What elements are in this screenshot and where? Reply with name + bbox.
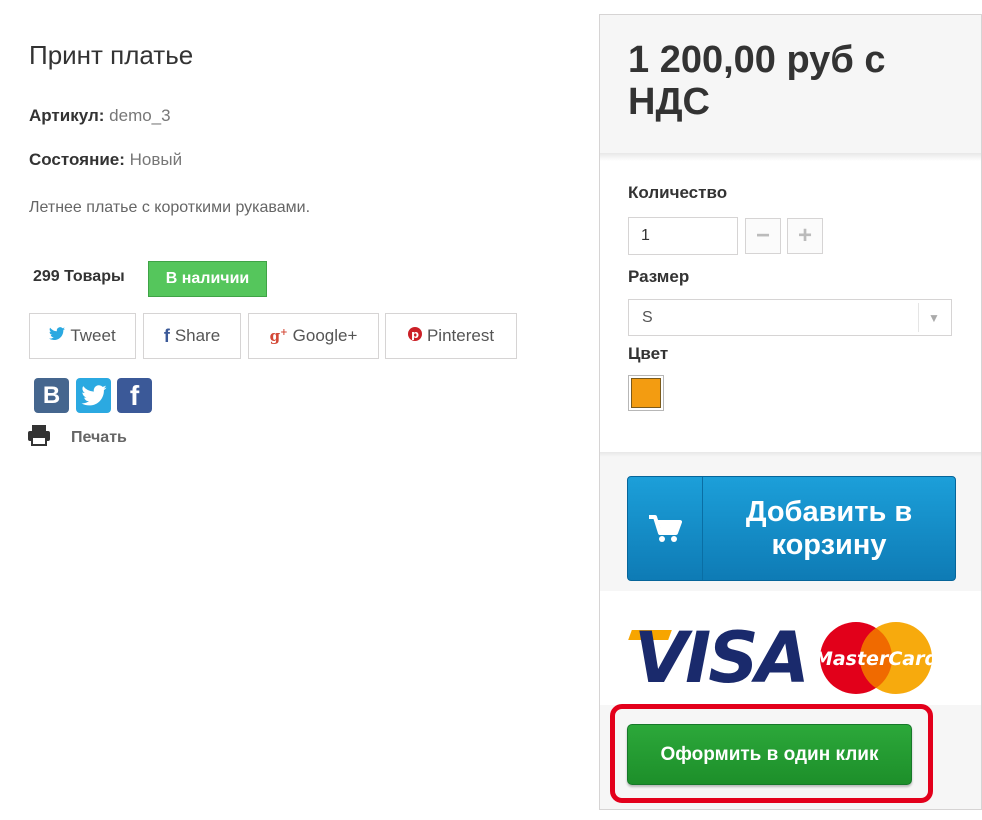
payment-logos: VISA MasterCard [628, 617, 940, 700]
facebook-square-icon[interactable]: f [117, 378, 152, 413]
stock-quantity: 299 Товары [33, 268, 125, 285]
google-plus-icon: g+ [269, 327, 288, 345]
sku-value: demo_3 [109, 106, 171, 125]
stock-status-badge: В наличии [148, 261, 267, 297]
pinterest-icon: p [407, 327, 422, 345]
add-to-cart-label: Добавить в корзину [745, 495, 913, 561]
buy-box: 1 200,00 руб с НДС Количество 1 − + Разм… [599, 14, 982, 810]
mastercard-logo: MasterCard [814, 618, 938, 698]
printer-icon [27, 424, 51, 451]
twitter-icon [49, 327, 66, 345]
color-label: Цвет [628, 344, 669, 363]
sku-row: Артикул: demo_3 [29, 106, 171, 126]
share-label: Share [174, 326, 221, 345]
product-price: 1 200,00 руб с НДС [628, 39, 886, 123]
print-link[interactable]: Печать [27, 424, 127, 451]
product-description: Летнее платье с короткими рукавами. [29, 199, 311, 216]
chevron-down-icon[interactable]: ▼ [918, 303, 949, 332]
mastercard-wordmark: MasterCard [816, 648, 936, 670]
print-label: Печать [71, 428, 127, 446]
condition-row: Состояние: Новый [29, 150, 182, 170]
quantity-increase-button[interactable]: + [787, 218, 823, 254]
visa-logo: VISA [634, 617, 810, 699]
quantity-label: Количество [628, 183, 728, 202]
product-title: Принт платье [29, 40, 194, 70]
facebook-icon: f [163, 325, 170, 346]
sku-label: Артикул: [29, 106, 105, 125]
cart-icon [628, 477, 703, 580]
add-to-cart-button[interactable]: Добавить в корзину [627, 476, 956, 581]
google-plus-button[interactable]: g+ Google+ [248, 313, 379, 359]
vk-icon[interactable]: B [34, 378, 69, 413]
price-area: 1 200,00 руб с НДС [600, 15, 981, 153]
size-label: Размер [628, 267, 690, 286]
color-swatch-orange[interactable] [628, 375, 664, 411]
condition-label: Состояние: [29, 150, 125, 169]
facebook-share-button[interactable]: f Share [143, 313, 241, 359]
size-selected-value: S [642, 308, 653, 326]
quantity-decrease-button[interactable]: − [745, 218, 781, 254]
google-plus-label: Google+ [292, 326, 358, 345]
pinterest-button[interactable]: p Pinterest [385, 313, 517, 359]
svg-text:p: p [411, 328, 419, 341]
twitter-square-icon[interactable] [76, 378, 111, 413]
tweet-button[interactable]: Tweet [29, 313, 136, 359]
pinterest-label: Pinterest [426, 326, 495, 345]
size-select[interactable]: S ▼ [628, 299, 952, 336]
quantity-input[interactable]: 1 [628, 217, 738, 255]
one-click-order-button[interactable]: Оформить в один клик [627, 724, 912, 785]
tweet-label: Tweet [70, 326, 116, 345]
condition-value: Новый [129, 150, 183, 169]
divider [600, 153, 981, 161]
